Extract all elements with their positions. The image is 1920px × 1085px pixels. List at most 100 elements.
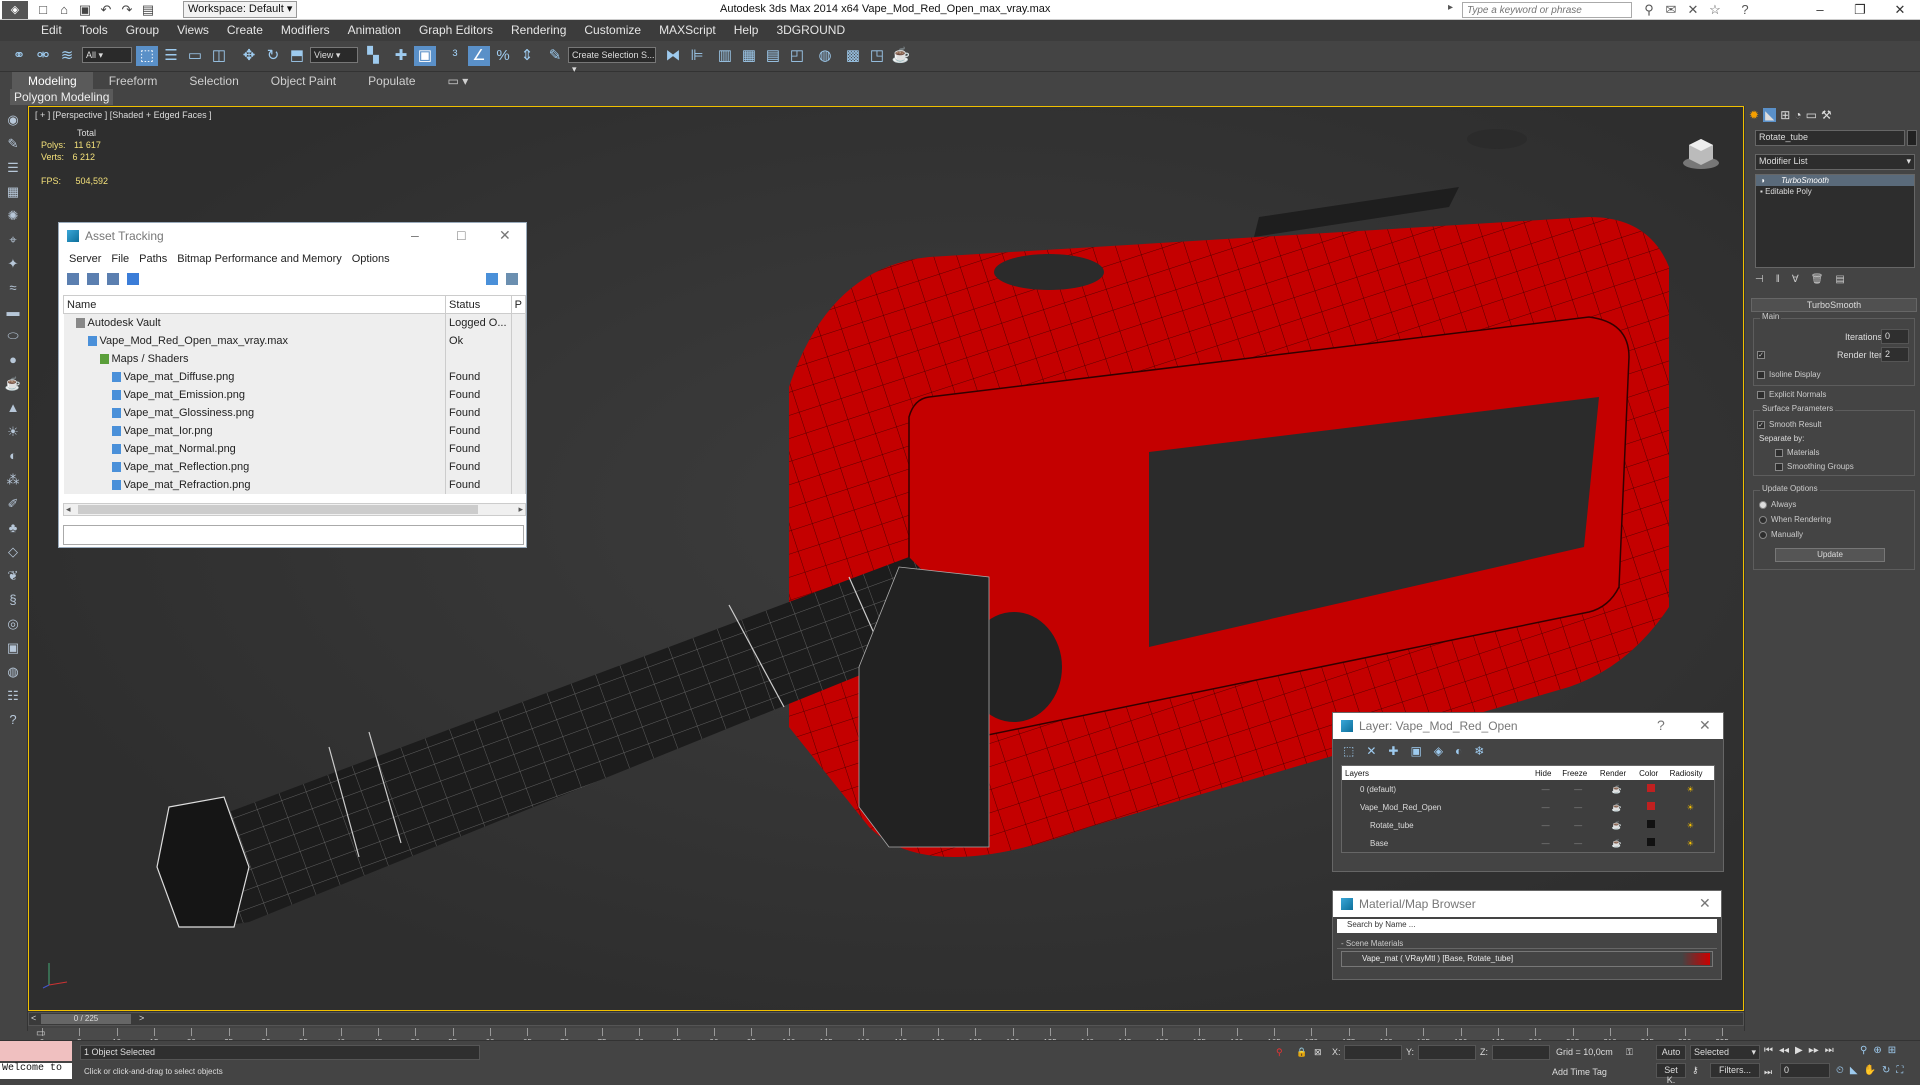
asset-col-path[interactable]: P xyxy=(510,295,527,314)
sphere-icon[interactable]: ● xyxy=(3,350,23,370)
separate-materials-checkbox[interactable]: Materials xyxy=(1775,448,1819,457)
layer-color-cell[interactable] xyxy=(1636,834,1667,852)
percent-snap-icon[interactable]: % xyxy=(492,46,514,66)
layer-color-swatch[interactable] xyxy=(1647,784,1656,792)
workspace-dropdown[interactable]: Workspace: Default ▾ xyxy=(183,1,298,18)
separate-smoothing-checkbox[interactable]: Smoothing Groups xyxy=(1775,462,1854,471)
menu-maxscript[interactable]: MAXScript xyxy=(650,20,725,41)
layer-radiosity-icon[interactable]: ☀ xyxy=(1666,798,1714,816)
layer-freeze-cell[interactable]: — xyxy=(1559,798,1597,816)
hold-icon[interactable]: ▤ xyxy=(139,1,157,18)
tree-icon[interactable]: ♣ xyxy=(3,518,23,538)
window-crossing-icon[interactable]: ◫ xyxy=(208,46,230,66)
configure-sets-icon[interactable]: ▤ xyxy=(1835,274,1844,285)
layer-col-render[interactable]: Render xyxy=(1596,766,1637,780)
utilities-tab-icon[interactable]: ⚒ xyxy=(1821,108,1832,122)
update-manually-radio[interactable]: Manually xyxy=(1759,530,1803,539)
zoom-icon[interactable]: ⚲ xyxy=(1860,1045,1867,1056)
paint-icon[interactable]: ✐ xyxy=(3,494,23,514)
bind-spacewarp-icon[interactable]: ≋ xyxy=(56,46,78,66)
pivot-center-icon[interactable]: ▚ xyxy=(362,46,384,66)
modifier-list-dropdown[interactable]: Modifier List ▾ xyxy=(1755,154,1915,170)
layer-render-icon[interactable]: ☕ xyxy=(1596,798,1637,816)
render-iters-spinner[interactable]: 2 xyxy=(1881,347,1909,362)
cylinder-icon[interactable]: ⬭ xyxy=(3,326,23,346)
material-search-input[interactable]: Search by Name ... xyxy=(1337,919,1717,933)
asset-refresh-icon[interactable] xyxy=(67,273,79,285)
layer-hide-all-icon[interactable]: ◐ xyxy=(1455,744,1462,760)
asset-hscroll-thumb[interactable] xyxy=(78,505,478,514)
angle-snap-icon[interactable]: ∠ xyxy=(468,46,490,66)
search-expand-icon[interactable]: ▸ xyxy=(1448,2,1453,13)
keyboard-shortcut-toggle-icon[interactable]: ▣ xyxy=(414,46,436,66)
tools-icon[interactable]: ✕ xyxy=(1684,1,1702,18)
next-frame-icon[interactable]: ▸▸ xyxy=(1809,1045,1819,1056)
help-icon[interactable]: ? xyxy=(1736,1,1754,18)
leaf-icon[interactable]: ❦ xyxy=(3,566,23,586)
layer-radiosity-icon[interactable]: ☀ xyxy=(1666,780,1714,798)
menu-group[interactable]: Group xyxy=(117,20,168,41)
app-logo-icon[interactable]: ◈ xyxy=(2,1,28,19)
asset-menu-bitmap[interactable]: Bitmap Performance and Memory xyxy=(177,253,341,265)
menu-customize[interactable]: Customize xyxy=(575,20,650,41)
new-file-icon[interactable]: □ xyxy=(34,1,52,18)
save-file-icon[interactable]: ▣ xyxy=(76,1,94,18)
layer-add-icon[interactable]: ✚ xyxy=(1388,744,1398,760)
asset-minimize-icon[interactable]: – xyxy=(411,227,419,243)
layer-select-icon[interactable]: ▣ xyxy=(1410,744,1421,760)
asset-menu-file[interactable]: File xyxy=(111,253,129,265)
add-time-tag[interactable]: Add Time Tag xyxy=(1552,1067,1607,1077)
select-by-name-icon[interactable]: ☰ xyxy=(160,46,182,66)
stack-item-editable-poly[interactable]: ▪ Editable Poly xyxy=(1756,186,1914,197)
layer-freeze-cell[interactable]: — xyxy=(1559,834,1597,852)
selected-dropdown[interactable]: Selected ▾ xyxy=(1690,1045,1760,1060)
helper-icon[interactable]: ✦ xyxy=(3,254,23,274)
particles-icon[interactable]: ⁂ xyxy=(3,470,23,490)
goto-start-icon[interactable]: ⏮ xyxy=(1764,1045,1773,1056)
layer-close-icon[interactable]: ✕ xyxy=(1699,717,1711,734)
asset-row[interactable]: Vape_mat_Normal.png Found xyxy=(63,439,527,458)
viewport-eye-icon[interactable]: ◉ xyxy=(3,110,23,130)
set-key-icon[interactable]: ⚷ xyxy=(1692,1065,1699,1076)
layer-row[interactable]: Base — — ☕ ☀ xyxy=(1342,834,1714,852)
asset-close-icon[interactable]: ✕ xyxy=(499,227,511,244)
iterations-spinner[interactable]: 0 xyxy=(1881,329,1909,344)
rotate-icon[interactable]: ↻ xyxy=(262,46,284,66)
asset-row[interactable]: Vape_mat_Refraction.png Found xyxy=(63,475,527,494)
asset-row[interactable]: Vape_mat_Reflection.png Found xyxy=(63,457,527,476)
material-item[interactable]: Vape_mat ( VRayMtl ) [Base, Rotate_tube] xyxy=(1341,951,1713,967)
zoom-all-icon[interactable]: ⊕ xyxy=(1873,1045,1881,1056)
spacewarp-icon[interactable]: ≈ xyxy=(3,278,23,298)
key-filters-button[interactable]: Filters... xyxy=(1710,1063,1760,1078)
minimize-icon[interactable]: – xyxy=(1800,0,1840,20)
menu-create[interactable]: Create xyxy=(218,20,272,41)
layer-color-cell[interactable] xyxy=(1636,780,1667,798)
y-coord-field[interactable] xyxy=(1418,1045,1476,1060)
layer-color-swatch[interactable] xyxy=(1647,802,1656,810)
asset-tracking-titlebar[interactable]: Asset Tracking xyxy=(59,223,526,249)
schematic-view-icon[interactable]: ◰ xyxy=(786,46,808,66)
menu-rendering[interactable]: Rendering xyxy=(502,20,575,41)
time-slider-next-icon[interactable]: > xyxy=(139,1013,144,1023)
rect-selection-icon[interactable]: ▭ xyxy=(184,46,206,66)
align-icon[interactable]: ⊫ xyxy=(686,46,708,66)
play-icon[interactable]: ▶ xyxy=(1795,1045,1803,1056)
update-button[interactable]: Update xyxy=(1775,548,1885,562)
asset-row[interactable]: Vape_mat_Diffuse.png Found xyxy=(63,367,527,386)
close-icon[interactable]: ✕ xyxy=(1880,0,1920,20)
time-slider-prev-icon[interactable]: < xyxy=(31,1013,36,1023)
layer-row[interactable]: 0 (default) — — ☕ ☀ xyxy=(1342,780,1714,798)
asset-row[interactable]: Vape_mat_Emission.png Found xyxy=(63,385,527,404)
globe-icon[interactable]: ◐ xyxy=(3,446,23,466)
named-selection-dropdown[interactable]: Create Selection S... ▾ xyxy=(568,47,656,74)
x-coord-field[interactable] xyxy=(1344,1045,1402,1060)
spinner-snap-icon[interactable]: ⇕ xyxy=(516,46,538,66)
layer-render-icon[interactable]: ☕ xyxy=(1596,780,1637,798)
help-circle-icon[interactable]: ? xyxy=(3,710,23,730)
reference-coord-dropdown[interactable]: View ▾ xyxy=(310,47,358,63)
current-frame-field[interactable]: 0 xyxy=(1780,1063,1830,1078)
layer-hide-cell[interactable]: — xyxy=(1532,798,1560,816)
tab-object-paint[interactable]: Object Paint xyxy=(255,72,352,90)
layer-col-color[interactable]: Color xyxy=(1636,766,1667,780)
smooth-result-checkbox[interactable]: ✓ Smooth Result xyxy=(1757,420,1821,429)
